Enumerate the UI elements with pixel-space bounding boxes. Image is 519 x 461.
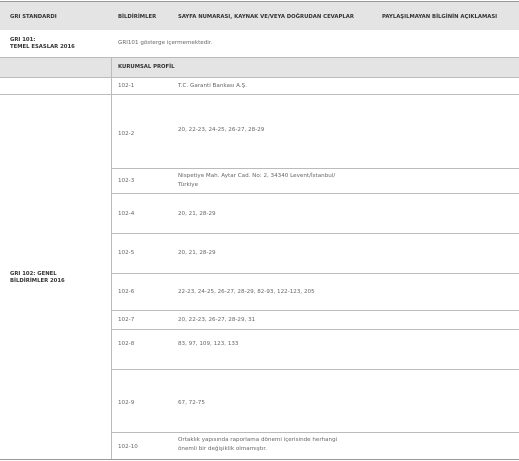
header-page-numbers: SAYFA NUMARASI, KAYNAK VE/VEYA DOĞRUDAN … — [178, 14, 354, 20]
table-header: GRI STANDARDI BİLDİRİMLER SAYFA NUMARASI… — [0, 1, 519, 30]
section-row: KURUMSAL PROFİL — [0, 58, 519, 78]
disclosure-value: 67, 72-75 — [178, 400, 205, 406]
gri101-line2: TEMEL ESASLAR 2016 — [10, 44, 75, 50]
disclosure-code: 102-10 — [118, 444, 138, 450]
gri102-standard: GRI 102: GENEL BİLDİRİMLER 2016 — [10, 271, 65, 285]
table-row: 102-9 67, 72-75 — [111, 370, 519, 433]
disclosure-value: Nispetiye Mah. Aytar Cad. No: 2, 34340 L… — [178, 172, 335, 189]
table-row: 102-5 20, 21, 28-29 — [111, 234, 519, 274]
disclosure-value: 20, 21, 28-29 — [178, 211, 216, 217]
gri101-note: GRI101 gösterge içermemektedir. — [118, 40, 213, 46]
header-gri-standard: GRI STANDARDI — [10, 14, 57, 20]
value-line1: Nispetiye Mah. Aytar Cad. No: 2, 34340 L… — [178, 173, 336, 179]
value-line2: Türkiye — [178, 181, 199, 188]
table-row: 102-7 20, 22-23, 26-27, 28-29, 31 — [111, 311, 519, 330]
disclosure-code: 102-7 — [118, 317, 135, 323]
disclosure-value: T.C. Garanti Bankası A.Ş. — [178, 83, 248, 89]
disclosure-value: Ortaklık yapısında raporlama dönemi içer… — [178, 436, 337, 453]
disclosure-value: 20, 21, 28-29 — [178, 250, 216, 256]
table-row: 102-1 T.C. Garanti Bankası A.Ş. — [0, 78, 519, 95]
disclosure-code: 102-9 — [118, 400, 135, 406]
disclosure-value: 22-23, 24-25, 26-27, 28-29, 82-93, 122-1… — [178, 289, 315, 295]
gri101-standard: GRI 101: TEMEL ESASLAR 2016 — [10, 37, 75, 51]
value-line1: Ortaklık yapısında raporlama dönemi içer… — [178, 437, 338, 443]
header-omission: PAYLAŞILMAYAN BİLGİNİN AÇIKLAMASI — [382, 14, 498, 20]
table-row: 102-8 83, 97, 109, 123, 133 — [111, 330, 519, 370]
header-disclosures: BİLDİRİMLER — [118, 14, 157, 20]
disclosure-code: 102-4 — [118, 211, 135, 217]
disclosure-code: 102-8 — [118, 341, 135, 347]
section-title: KURUMSAL PROFİL — [118, 64, 175, 70]
disclosure-code: 102-5 — [118, 250, 135, 256]
table-bottom-border — [0, 459, 519, 460]
table-row: 102-2 20, 22-23, 24-25, 26-27, 28-29 — [111, 95, 519, 169]
disclosure-code: 102-6 — [118, 289, 135, 295]
value-line2: önemli bir değişiklik olmamıştır. — [178, 445, 267, 452]
disclosure-code: 102-3 — [118, 178, 135, 184]
table-row: 102-3 Nispetiye Mah. Aytar Cad. No: 2, 3… — [111, 169, 519, 194]
disclosure-code: 102-2 — [118, 131, 135, 137]
table-row: 102-10 Ortaklık yapısında raporlama döne… — [111, 433, 519, 459]
gri102-line1: GRI 102: GENEL — [10, 271, 57, 277]
disclosure-value: 20, 22-23, 24-25, 26-27, 28-29 — [178, 127, 265, 133]
gri101-line1: GRI 101: — [10, 37, 36, 43]
disclosure-value: 83, 97, 109, 123, 133 — [178, 341, 239, 347]
gri101-row: GRI 101: TEMEL ESASLAR 2016 GRI101 göste… — [0, 30, 519, 58]
table-row: 102-6 22-23, 24-25, 26-27, 28-29, 82-93,… — [111, 274, 519, 311]
disclosure-code: 102-1 — [118, 83, 135, 89]
table-row: 102-4 20, 21, 28-29 — [111, 194, 519, 234]
gri102-line2: BİLDİRİMLER 2016 — [10, 278, 65, 284]
disclosure-value: 20, 22-23, 26-27, 28-29, 31 — [178, 317, 256, 323]
